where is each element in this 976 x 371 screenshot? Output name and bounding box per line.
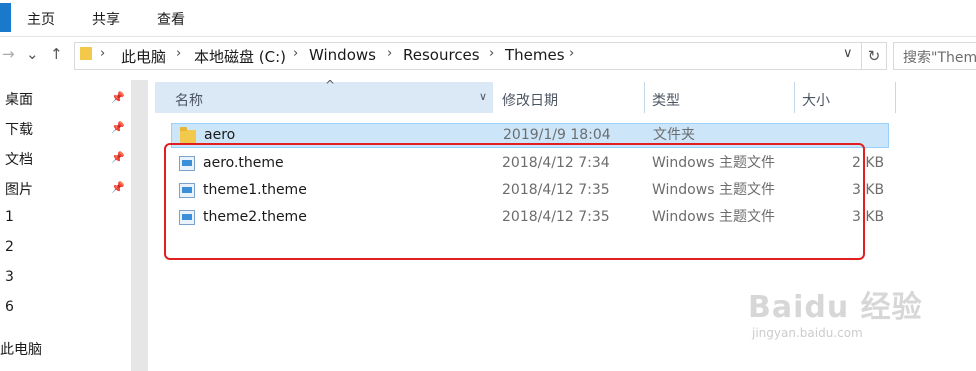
breadcrumb-local-disk[interactable]: 本地磁盘 (C:): [194, 46, 286, 67]
folder-icon: [180, 127, 196, 143]
sidebar-item-folder-6[interactable]: 6: [5, 299, 14, 315]
column-label-date: 修改日期: [502, 93, 558, 109]
column-label-name: 名称: [175, 93, 203, 109]
forward-button[interactable]: →: [2, 45, 15, 63]
highlight-box: [164, 143, 865, 260]
sidebar-item-desktop[interactable]: 桌面: [5, 89, 33, 109]
baidu-watermark-url: jingyan.baidu.com: [752, 326, 863, 340]
folder-icon: [80, 47, 92, 60]
breadcrumb-separator[interactable]: ›: [176, 46, 181, 61]
column-header-date[interactable]: 修改日期: [494, 82, 644, 113]
breadcrumb-this-pc[interactable]: 此电脑: [121, 46, 166, 67]
breadcrumb-separator[interactable]: ›: [569, 46, 574, 61]
column-label-type: 类型: [652, 93, 680, 109]
tab-view[interactable]: 查看: [157, 9, 185, 29]
sidebar-item-downloads[interactable]: 下载: [5, 119, 33, 139]
pin-icon: 📌: [111, 181, 125, 194]
breadcrumb-separator[interactable]: ›: [293, 46, 298, 61]
breadcrumb-themes[interactable]: Themes: [505, 46, 565, 64]
pin-icon: 📌: [111, 121, 125, 134]
column-header-name[interactable]: 名称 ^ ∨: [155, 78, 493, 113]
breadcrumb-separator[interactable]: ›: [100, 46, 105, 61]
pin-icon: 📌: [111, 91, 125, 104]
sidebar-scrollbar[interactable]: [131, 80, 148, 371]
sidebar-item-folder-1[interactable]: 1: [5, 209, 14, 225]
sidebar-item-folder-2[interactable]: 2: [5, 239, 14, 255]
breadcrumb-windows[interactable]: Windows: [309, 46, 376, 64]
recent-locations-button[interactable]: ⌄: [26, 45, 39, 63]
address-dropdown-icon[interactable]: ∨: [843, 46, 853, 61]
ribbon: [0, 0, 976, 37]
breadcrumb-separator[interactable]: ›: [489, 46, 494, 61]
column-label-size: 大小: [802, 93, 830, 109]
search-placeholder: 搜索"Themes": [903, 50, 976, 66]
tab-home[interactable]: 主页: [27, 9, 55, 29]
sort-ascending-icon: ^: [325, 78, 336, 92]
breadcrumb-resources[interactable]: Resources: [403, 46, 480, 64]
sidebar-item-documents[interactable]: 文档: [5, 149, 33, 169]
up-button[interactable]: ↑: [50, 45, 63, 63]
filter-dropdown-icon[interactable]: ∨: [479, 90, 487, 103]
column-header-size[interactable]: 大小: [795, 82, 895, 113]
breadcrumb-separator[interactable]: ›: [387, 46, 392, 61]
sidebar-item-folder-3[interactable]: 3: [5, 269, 14, 285]
sidebar-item-this-pc[interactable]: 此电脑: [0, 339, 42, 359]
column-header-type[interactable]: 类型: [645, 82, 794, 113]
file-menu-tab[interactable]: [0, 3, 11, 32]
tab-share[interactable]: 共享: [92, 9, 120, 29]
pin-icon: 📌: [111, 151, 125, 164]
baidu-watermark: Baidu 经验: [748, 290, 923, 325]
column-divider[interactable]: [895, 82, 896, 113]
refresh-button[interactable]: ↻: [862, 42, 887, 70]
sidebar-item-pictures[interactable]: 图片: [5, 179, 33, 199]
